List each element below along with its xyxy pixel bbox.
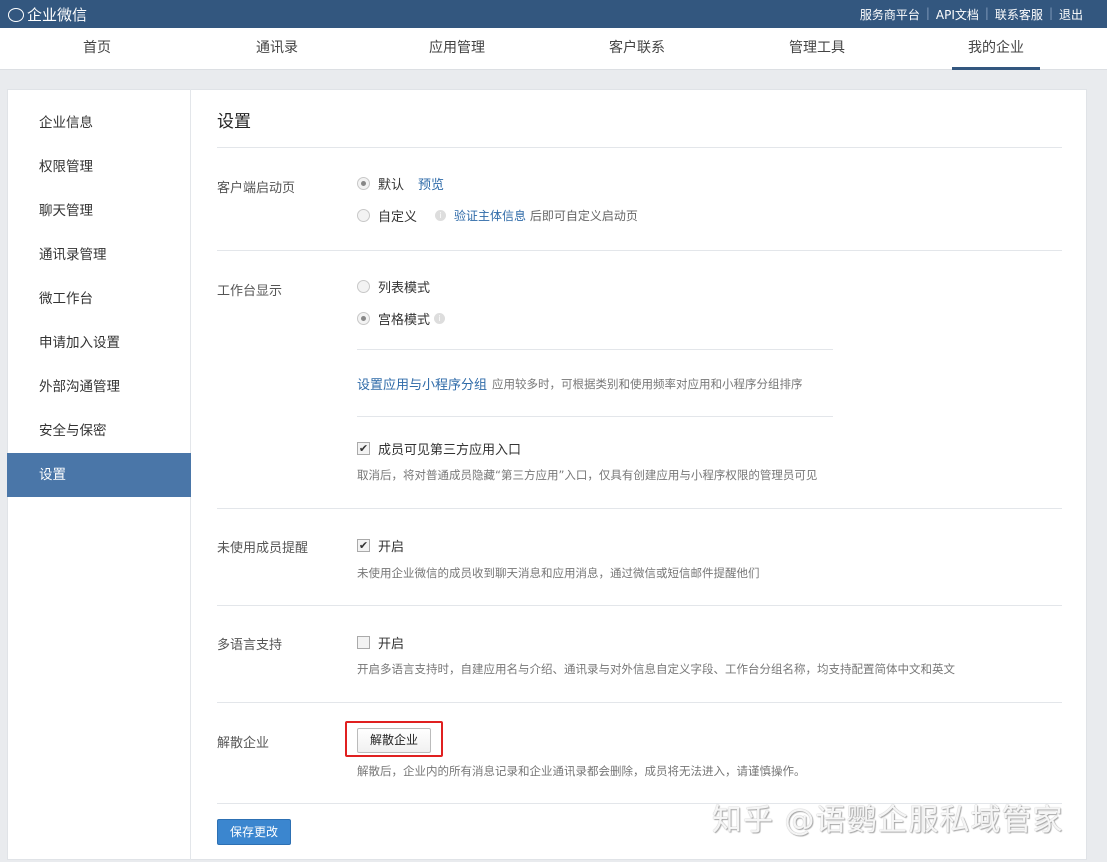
launch-custom-option[interactable]: 自定义 i 验证主体信息 后即可自定义启动页 (357, 206, 638, 225)
top-bar: 企业微信 服务商平台| API文档| 联系客服| 退出 (0, 0, 1107, 28)
reminder-option[interactable]: ✔ 开启 (357, 536, 404, 555)
verify-link[interactable]: 验证主体信息 (454, 209, 526, 223)
divider (217, 250, 1062, 251)
grid-mode-label: 宫格模式 (378, 309, 430, 328)
reminder-option-label: 开启 (378, 536, 404, 555)
radio-list-mode[interactable] (357, 280, 370, 293)
sidebar-item-workbench[interactable]: 微工作台 (7, 277, 191, 321)
workbench-label: 工作台显示 (217, 280, 282, 299)
chat-bubble-icon (8, 8, 24, 22)
nav-apps[interactable]: 应用管理 (412, 28, 502, 70)
multilang-desc: 开启多语言支持时，自建应用名与介绍、通讯录与对外信息自定义字段、工作台分组名称，… (357, 661, 955, 677)
save-button[interactable]: 保存更改 (217, 819, 291, 845)
grid-mode-option[interactable]: 宫格模式 i (357, 309, 445, 328)
nav-home[interactable]: 首页 (52, 28, 142, 70)
divider (217, 147, 1062, 148)
multilang-option-label: 开启 (378, 633, 404, 652)
group-setting-link[interactable]: 设置应用与小程序分组 (357, 374, 487, 393)
reminder-desc: 未使用企业微信的成员收到聊天消息和应用消息，通过微信或短信邮件提醒他们 (357, 565, 760, 581)
radio-custom[interactable] (357, 209, 370, 222)
nav-customers[interactable]: 客户联系 (592, 28, 682, 70)
launch-default-option[interactable]: 默认 预览 (357, 174, 444, 193)
link-api-docs[interactable]: API文档 (930, 6, 985, 23)
dissolve-desc: 解散后，企业内的所有消息记录和企业通讯录都会删除，成员将无法进入，请谨慎操作。 (357, 763, 806, 779)
multilang-label: 多语言支持 (217, 634, 282, 653)
dissolve-label: 解散企业 (217, 732, 269, 751)
dissolve-button[interactable]: 解散企业 (357, 728, 431, 753)
info-icon: i (435, 210, 446, 221)
list-mode-option[interactable]: 列表模式 (357, 277, 430, 296)
page-title: 设置 (217, 107, 251, 132)
checkbox-third-party[interactable]: ✔ (357, 442, 370, 455)
link-logout[interactable]: 退出 (1053, 6, 1089, 23)
multilang-option[interactable]: 开启 (357, 633, 404, 652)
third-party-option[interactable]: ✔ 成员可见第三方应用入口 (357, 439, 521, 458)
top-links: 服务商平台| API文档| 联系客服| 退出 (854, 6, 1089, 23)
divider (357, 416, 833, 417)
link-support[interactable]: 联系客服 (989, 6, 1049, 23)
divider (357, 349, 833, 350)
main-nav: 首页 通讯录 应用管理 客户联系 管理工具 我的企业 (0, 28, 1107, 70)
sidebar-item-external[interactable]: 外部沟通管理 (7, 365, 191, 409)
link-service-platform[interactable]: 服务商平台 (854, 6, 926, 23)
checkbox-multilang[interactable] (357, 636, 370, 649)
preview-link[interactable]: 预览 (418, 174, 444, 193)
nav-my-company[interactable]: 我的企业 (952, 28, 1040, 70)
sidebar-item-join[interactable]: 申请加入设置 (7, 321, 191, 365)
logo[interactable]: 企业微信 (8, 4, 87, 25)
launch-label: 客户端启动页 (217, 177, 295, 196)
divider (217, 605, 1062, 606)
sidebar-item-settings[interactable]: 设置 (7, 453, 191, 497)
divider (217, 702, 1062, 703)
sidebar-item-contacts[interactable]: 通讯录管理 (7, 233, 191, 277)
sidebar-item-chat[interactable]: 聊天管理 (7, 189, 191, 233)
group-row: 设置应用与小程序分组 应用较多时，可根据类别和使用频率对应用和小程序分组排序 (357, 374, 803, 393)
watermark: 知乎 @语鹦企服私域管家 (712, 795, 1064, 839)
sidebar: 企业信息 权限管理 聊天管理 通讯录管理 微工作台 申请加入设置 外部沟通管理 … (7, 89, 191, 860)
nav-contacts[interactable]: 通讯录 (232, 28, 322, 70)
list-mode-label: 列表模式 (378, 277, 430, 296)
radio-grid-mode[interactable] (357, 312, 370, 325)
third-party-desc: 取消后，将对普通成员隐藏“第三方应用”入口，仅具有创建应用与小程序权限的管理员可… (357, 467, 817, 483)
info-icon: i (434, 313, 445, 324)
verify-suffix: 后即可自定义启动页 (530, 209, 638, 223)
reminder-label: 未使用成员提醒 (217, 537, 308, 556)
radio-default[interactable] (357, 177, 370, 190)
sidebar-item-permissions[interactable]: 权限管理 (7, 145, 191, 189)
sidebar-item-company-info[interactable]: 企业信息 (7, 101, 191, 145)
custom-label: 自定义 (378, 206, 417, 225)
sidebar-item-security[interactable]: 安全与保密 (7, 409, 191, 453)
group-desc: 应用较多时，可根据类别和使用频率对应用和小程序分组排序 (492, 376, 803, 392)
divider (217, 508, 1062, 509)
nav-tools[interactable]: 管理工具 (772, 28, 862, 70)
checkbox-reminder[interactable]: ✔ (357, 539, 370, 552)
default-label: 默认 (378, 174, 404, 193)
logo-text: 企业微信 (27, 4, 87, 25)
third-party-label: 成员可见第三方应用入口 (378, 439, 521, 458)
